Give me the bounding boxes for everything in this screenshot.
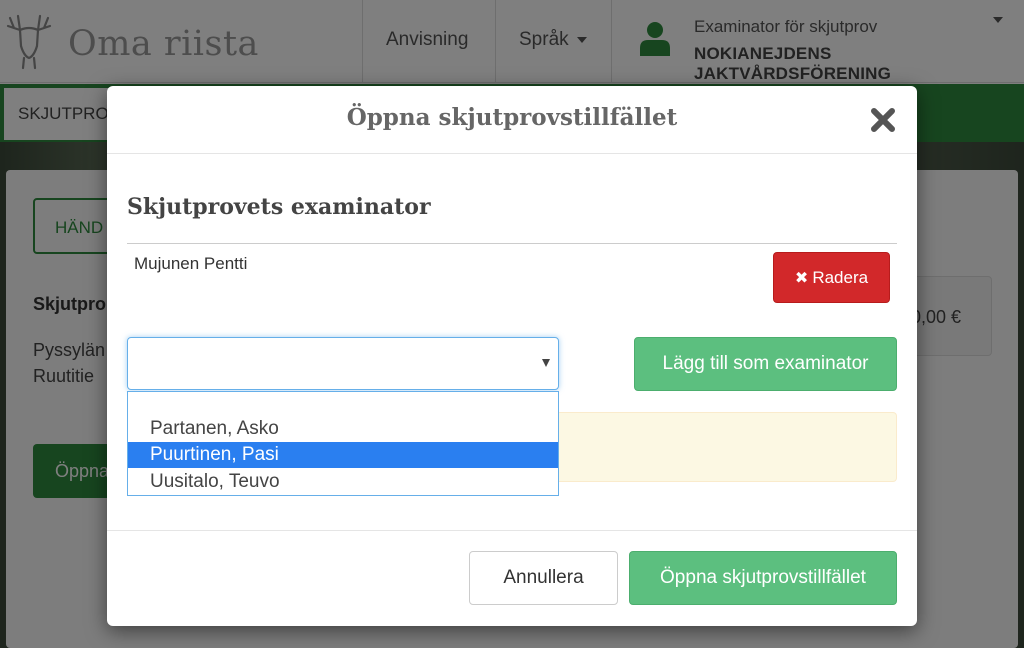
- add-examiner-button[interactable]: Lägg till som examinator: [634, 337, 897, 391]
- cancel-button[interactable]: Annullera: [469, 551, 618, 605]
- examiner-select[interactable]: [127, 337, 559, 390]
- remove-icon: ✖: [794, 269, 809, 287]
- open-event-modal: Öppna skjutprovstillfället Skjutprovets …: [107, 86, 917, 626]
- warning-alert: [559, 412, 897, 482]
- examiner-name: Mujunen Pentti: [134, 254, 248, 273]
- delete-button-label: Radera: [812, 267, 869, 287]
- close-icon[interactable]: [869, 106, 897, 134]
- examiner-options-list[interactable]: Partanen, Asko Puurtinen, Pasi Uusitalo,…: [127, 391, 559, 496]
- modal-title: Öppna skjutprovstillfället: [346, 104, 678, 131]
- section-title: Skjutprovets examinator: [127, 194, 431, 220]
- open-event-submit-button[interactable]: Öppna skjutprovstillfället: [629, 551, 897, 605]
- examiner-option[interactable]: Partanen, Asko: [128, 416, 558, 442]
- examiner-option[interactable]: Uusitalo, Teuvo: [128, 469, 558, 495]
- section-divider: [127, 243, 897, 244]
- modal-header: Öppna skjutprovstillfället: [107, 86, 917, 154]
- delete-examiner-button[interactable]: ✖ Radera: [773, 252, 890, 303]
- dropdown-arrow-icon: [542, 359, 550, 367]
- examiner-option-highlighted[interactable]: Puurtinen, Pasi: [128, 442, 558, 468]
